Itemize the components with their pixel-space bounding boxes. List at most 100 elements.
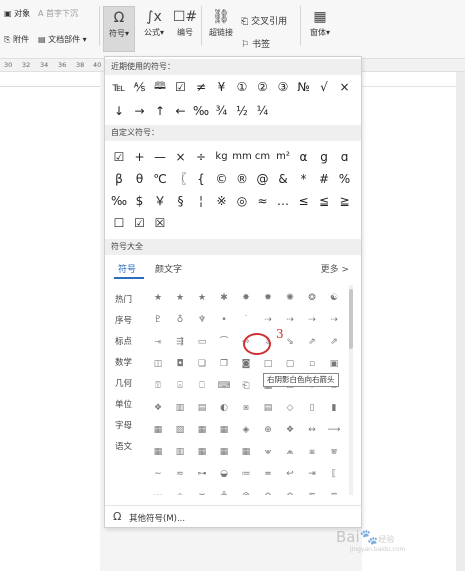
library-symbol-cell[interactable]: ⍓ xyxy=(169,375,191,397)
library-symbol-cell[interactable]: ▨ xyxy=(169,419,191,441)
library-symbol-cell[interactable]: ☯ xyxy=(323,287,345,309)
library-symbol-cell[interactable]: □ xyxy=(257,353,279,375)
symbol-cell[interactable]: θ xyxy=(130,169,150,189)
symbol-cell[interactable]: ÷ xyxy=(191,147,211,167)
library-symbol-cell[interactable]: ⩐ xyxy=(323,441,345,463)
library-symbol-cell[interactable]: ⎕ xyxy=(191,375,213,397)
library-symbol-cell[interactable]: ❏ xyxy=(191,353,213,375)
library-symbol-cell[interactable]: ˙ xyxy=(235,309,257,331)
library-symbol-cell[interactable]: ⟶ xyxy=(323,419,345,441)
library-symbol-cell[interactable]: ◙ xyxy=(235,353,257,375)
form-button[interactable]: ▦ 窗体▾ xyxy=(306,9,334,38)
symbol-cell[interactable]: ≦ xyxy=(314,191,334,211)
library-symbol-cell[interactable]: ≗ xyxy=(213,485,235,495)
symbol-cell[interactable]: — xyxy=(150,147,170,167)
symbol-cell[interactable]: g xyxy=(314,147,334,167)
library-symbol-cell[interactable]: ▥ xyxy=(169,397,191,419)
library-symbol-cell[interactable]: ✹ xyxy=(257,287,279,309)
symbol-cell[interactable]: % xyxy=(335,169,355,189)
library-symbol-cell[interactable]: ≍ xyxy=(191,485,213,495)
library-symbol-cell[interactable]: ⇢ xyxy=(323,309,345,331)
symbol-cell[interactable]: ① xyxy=(232,77,252,97)
formula-button[interactable]: ∫x 公式▾ xyxy=(140,9,168,38)
library-symbol-cell[interactable]: ◒ xyxy=(213,463,235,485)
library-symbol-cell[interactable]: ▦ xyxy=(147,419,169,441)
symbol-cell[interactable]: ◎ xyxy=(232,191,252,211)
library-symbol-cell[interactable]: ▦ xyxy=(191,419,213,441)
library-symbol-cell[interactable]: ♇ xyxy=(147,309,169,331)
bookmark-button[interactable]: ⚐ 书签 xyxy=(241,37,270,50)
library-symbol-cell[interactable]: ❖ xyxy=(147,397,169,419)
symbol-cell[interactable]: ￥ xyxy=(150,191,170,211)
library-symbol-cell[interactable]: ⩖ xyxy=(257,441,279,463)
symbol-cell[interactable]: $ xyxy=(130,191,150,211)
symbol-cell[interactable]: & xyxy=(273,169,293,189)
library-symbol-cell[interactable]: ❐ xyxy=(213,353,235,375)
symbol-cell[interactable]: ≤ xyxy=(294,191,314,211)
library-symbol-cell[interactable]: ▭ xyxy=(191,331,213,353)
library-symbol-cell[interactable]: ▥ xyxy=(169,441,191,463)
symbol-cell[interactable]: № xyxy=(294,77,314,97)
category-item[interactable]: 标点 xyxy=(115,335,132,347)
library-symbol-cell[interactable]: ≖ xyxy=(257,463,279,485)
library-symbol-cell[interactable]: ▤ xyxy=(191,397,213,419)
library-symbol-cell[interactable]: ▢ xyxy=(279,353,301,375)
scrollbar-thumb[interactable] xyxy=(349,289,353,349)
library-symbol-cell[interactable]: ▣ xyxy=(323,353,345,375)
library-symbol-cell[interactable]: ⧆ xyxy=(235,397,257,419)
symbol-cell[interactable]: ¥ xyxy=(212,77,232,97)
symbol-cell[interactable]: ☑ xyxy=(130,213,150,233)
symbol-cell[interactable]: 〖 xyxy=(171,169,191,189)
crossref-button[interactable]: ⎗ 交叉引用 xyxy=(241,14,287,27)
library-symbol-cell[interactable]: ∼ xyxy=(147,463,169,485)
symbol-cell[interactable]: + xyxy=(130,147,150,167)
symbol-cell[interactable]: ☐ xyxy=(109,213,129,233)
symbol-cell[interactable]: ‰ xyxy=(109,191,129,211)
library-symbol-cell[interactable]: ∸ xyxy=(169,485,191,495)
symbol-cell[interactable]: m² xyxy=(273,147,293,167)
symbol-cell[interactable]: × xyxy=(335,77,355,97)
library-symbol-cell[interactable]: ◫ xyxy=(147,353,169,375)
symbol-cell[interactable]: cm xyxy=(253,147,273,167)
library-symbol-cell[interactable]: ⤛ xyxy=(147,331,169,353)
library-symbol-cell[interactable]: ⇥ xyxy=(301,463,323,485)
library-symbol-cell[interactable]: ▮ xyxy=(323,397,345,419)
library-symbol-cell[interactable]: ❂ xyxy=(301,287,323,309)
symbol-cell[interactable]: @ xyxy=(253,169,273,189)
library-symbol-cell[interactable]: ⍔ xyxy=(147,375,169,397)
library-symbol-cell[interactable]: ✸ xyxy=(235,287,257,309)
library-symbol-cell[interactable]: ⩏ xyxy=(301,441,323,463)
other-symbols-button[interactable]: Ω 其他符号(M)... xyxy=(105,505,361,527)
symbol-cell[interactable]: kg xyxy=(212,147,232,167)
library-symbol-cell[interactable]: ▦ xyxy=(213,441,235,463)
document-page-right[interactable] xyxy=(362,72,465,571)
category-item[interactable]: 几何 xyxy=(115,377,132,389)
doc-parts-button[interactable]: ▤ 文档部件 ▾ xyxy=(38,34,87,45)
category-item[interactable]: 语文 xyxy=(115,440,132,452)
symbol-cell[interactable]: ☑ xyxy=(171,77,191,97)
library-symbol-cell[interactable]: ⋯ xyxy=(147,485,169,495)
symbol-cell[interactable]: ※ xyxy=(212,191,232,211)
library-symbol-cell[interactable]: ≂ xyxy=(169,463,191,485)
symbol-cell[interactable]: ® xyxy=(232,169,252,189)
symbol-cell[interactable]: § xyxy=(171,191,191,211)
library-symbol-cell[interactable]: ▤ xyxy=(257,397,279,419)
symbol-cell[interactable]: ② xyxy=(253,77,273,97)
library-symbol-cell[interactable]: ⊕ xyxy=(257,419,279,441)
symbol-cell[interactable]: ⅍ xyxy=(130,77,150,97)
library-symbol-cell[interactable]: ≔ xyxy=(235,463,257,485)
symbol-cell[interactable]: ← xyxy=(171,101,191,121)
hyperlink-button[interactable]: ⛓ 超链接 xyxy=(206,9,236,38)
symbol-cell[interactable]: 🕮 xyxy=(150,77,170,97)
library-symbol-cell[interactable]: ★ xyxy=(169,287,191,309)
symbol-cell[interactable]: × xyxy=(171,147,191,167)
library-symbol-cell[interactable]: ▯ xyxy=(301,397,323,419)
symbol-cell[interactable]: # xyxy=(314,169,334,189)
library-symbol-cell[interactable]: ≏ xyxy=(257,485,279,495)
library-symbol-cell[interactable]: ✱ xyxy=(213,287,235,309)
symbol-scrollbar[interactable] xyxy=(349,285,353,495)
numbering-button[interactable]: ☐# 编号 xyxy=(172,9,198,38)
symbol-cell[interactable]: ☑ xyxy=(109,147,129,167)
symbol-cell[interactable]: ¼ xyxy=(253,101,273,121)
library-symbol-cell[interactable]: ≎ xyxy=(279,485,301,495)
